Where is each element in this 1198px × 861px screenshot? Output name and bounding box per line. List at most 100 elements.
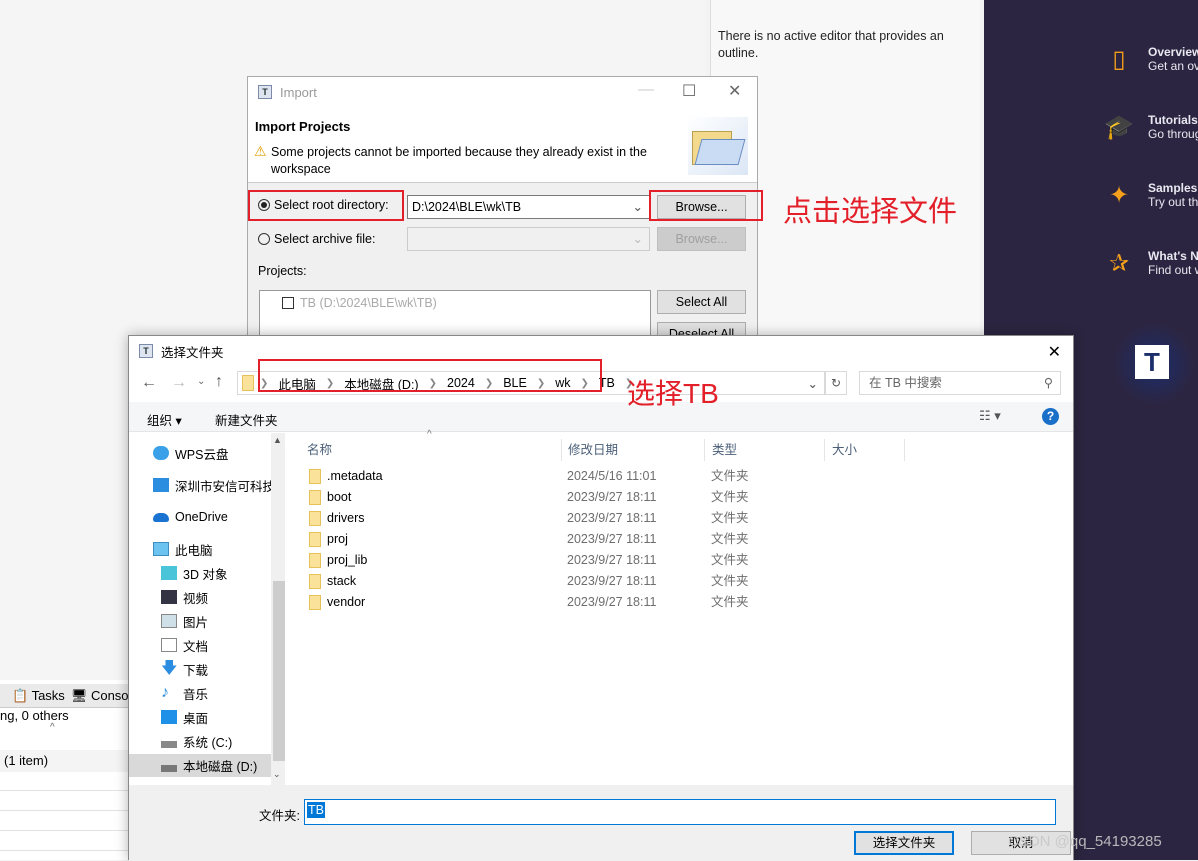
folder-name-input[interactable]: TB	[304, 799, 1056, 825]
checkbox[interactable]	[282, 297, 294, 309]
refresh-icon[interactable]: ↻	[825, 371, 847, 395]
nav-item[interactable]: WPS云盘	[153, 442, 228, 464]
scroll-up-icon[interactable]: ▲	[273, 435, 282, 445]
annotation-box-browse	[649, 190, 763, 221]
tab-tasks[interactable]: 📋 Tasks	[12, 688, 65, 704]
forward-arrow-icon[interactable]: →	[171, 374, 187, 392]
close-icon[interactable]: ✕	[1048, 342, 1061, 362]
folder-icon	[309, 469, 321, 484]
project-item[interactable]: TB (D:\2024\BLE\wk\TB)	[282, 296, 437, 310]
folder-icon	[309, 595, 321, 610]
welcome-subtitle: Get an ov	[1148, 59, 1198, 73]
column-date[interactable]: 修改日期	[560, 439, 705, 461]
select-all-button[interactable]: Select All	[657, 290, 746, 314]
search-input[interactable]: 在 TB 中搜索 ⚲	[859, 371, 1061, 395]
nav-item-selected[interactable]: 本地磁盘 (D:)	[161, 754, 257, 776]
nav-item[interactable]: 视频	[161, 586, 208, 608]
column-size[interactable]: 大小	[824, 439, 905, 461]
column-name[interactable]: 名称	[299, 439, 562, 461]
tasks-summary: ng, 0 others	[0, 708, 69, 723]
column-type[interactable]: 类型	[704, 439, 825, 461]
nav-item[interactable]: ♪ 音乐	[161, 682, 208, 704]
welcome-overview[interactable]: ▯ Overview Get an ov	[1104, 45, 1198, 75]
folder-icon	[309, 574, 321, 589]
bottom-tabs: 📋 Tasks 🖥 Conso	[0, 684, 130, 708]
logo-letter: T	[1135, 345, 1169, 379]
archive-file-combo: ⌄	[407, 227, 650, 251]
scroll-down-icon[interactable]: ⌄	[273, 769, 281, 780]
nav-label: WPS云盘	[175, 447, 229, 462]
nav-item[interactable]: 系统 (C:)	[161, 730, 232, 752]
annotation-select-hint: 选择TB	[627, 378, 719, 409]
organize-button[interactable]: 组织 ▾	[147, 410, 182, 429]
nav-item[interactable]: 深圳市安信可科技	[153, 474, 275, 496]
select-folder-button[interactable]: 选择文件夹	[854, 831, 954, 855]
back-arrow-icon[interactable]: ←	[141, 374, 157, 392]
welcome-tutorials[interactable]: 🎓 Tutorials Go throug	[1104, 113, 1198, 143]
nav-item[interactable]: OneDrive	[153, 506, 228, 528]
up-arrow-icon[interactable]: ↑	[215, 373, 223, 391]
recent-chevron-icon[interactable]: ⌄	[197, 376, 205, 387]
annotation-box-breadcrumb	[258, 359, 602, 392]
file-row[interactable]: proj_lib 2023/9/27 18:11 文件夹	[307, 550, 807, 571]
combo-value: D:\2024\BLE\wk\TB	[412, 200, 522, 214]
magic-wand-icon: ✦	[1108, 182, 1130, 209]
task-group-row[interactable]: (1 item)	[0, 750, 130, 772]
nav-label: 桌面	[183, 711, 209, 726]
scrollbar-thumb[interactable]	[273, 581, 285, 761]
file-row[interactable]: vendor 2023/9/27 18:11 文件夹	[307, 592, 807, 613]
file-row[interactable]: proj 2023/9/27 18:11 文件夹	[307, 529, 807, 550]
view-options-icon[interactable]: ☷ ▾	[979, 408, 1001, 424]
welcome-samples[interactable]: ✦ Samples Try out th	[1104, 181, 1198, 211]
annotation-browse-hint: 点击选择文件	[783, 196, 958, 228]
file-date: 2023/9/27 18:11	[567, 595, 657, 609]
folder-label: 文件夹:	[259, 809, 300, 823]
welcome-whats-new[interactable]: ✰ What's N Find out w	[1104, 249, 1198, 279]
help-icon[interactable]: ?	[1042, 408, 1059, 425]
nav-item[interactable]: 3D 对象	[161, 562, 227, 584]
app-logo: T	[1114, 326, 1194, 402]
graduation-cap-icon: 🎓	[1104, 114, 1134, 141]
star-icon: ✰	[1108, 250, 1130, 277]
file-row[interactable]: stack 2023/9/27 18:11 文件夹	[307, 571, 807, 592]
file-row[interactable]: drivers 2023/9/27 18:11 文件夹	[307, 508, 807, 529]
root-directory-combo[interactable]: D:\2024\BLE\wk\TB ⌄	[407, 195, 650, 219]
file-row[interactable]: boot 2023/9/27 18:11 文件夹	[307, 487, 807, 508]
nav-item[interactable]: 图片	[161, 610, 208, 632]
archive-file-radio[interactable]: Select archive file:	[258, 232, 375, 246]
nav-item[interactable]: 🡇 下载	[161, 658, 208, 680]
console-icon: 🖥	[70, 687, 88, 703]
chevron-down-icon[interactable]: ⌄	[808, 376, 818, 391]
folder-icon	[309, 490, 321, 505]
tab-console[interactable]: 🖥 Conso	[71, 688, 129, 704]
file-date: 2024/5/16 11:01	[567, 469, 657, 483]
tasks-icon: 📋	[12, 687, 29, 703]
welcome-title: Overview	[1148, 45, 1198, 59]
nav-item[interactable]: 文档	[161, 634, 208, 656]
nav-label: 本地磁盘 (D:)	[183, 759, 258, 774]
file-type: 文件夹	[711, 511, 749, 525]
chevron-down-icon: ⌄	[632, 200, 643, 214]
file-type: 文件夹	[711, 490, 749, 504]
nav-label: 此电脑	[175, 543, 213, 558]
nav-item[interactable]: 桌面	[161, 706, 208, 728]
file-name: boot	[327, 490, 352, 504]
maximize-icon[interactable]: ☐	[682, 81, 696, 101]
nav-item[interactable]: 此电脑	[153, 538, 213, 560]
file-name: proj_lib	[327, 553, 368, 567]
folder-name-value: TB	[307, 802, 325, 818]
cube-icon	[161, 566, 177, 580]
drive-icon	[161, 734, 177, 748]
folder-banner-icon	[688, 117, 748, 175]
divider	[0, 810, 130, 811]
welcome-title: Samples	[1148, 181, 1198, 195]
new-folder-button[interactable]: 新建文件夹	[215, 410, 278, 429]
nav-label: 深圳市安信可科技	[175, 479, 276, 494]
minimize-icon[interactable]: —	[638, 81, 654, 99]
radio-label: Select archive file:	[274, 232, 376, 246]
close-icon[interactable]: ✕	[728, 81, 741, 101]
navigation-pane: WPS云盘 深圳市安信可科技 OneDrive 此电脑 3D 对象 视频 图片 …	[129, 433, 285, 785]
tab-label: Tasks	[31, 687, 65, 703]
folder-icon	[242, 375, 254, 391]
file-row[interactable]: .metadata 2024/5/16 11:01 文件夹	[307, 466, 807, 487]
